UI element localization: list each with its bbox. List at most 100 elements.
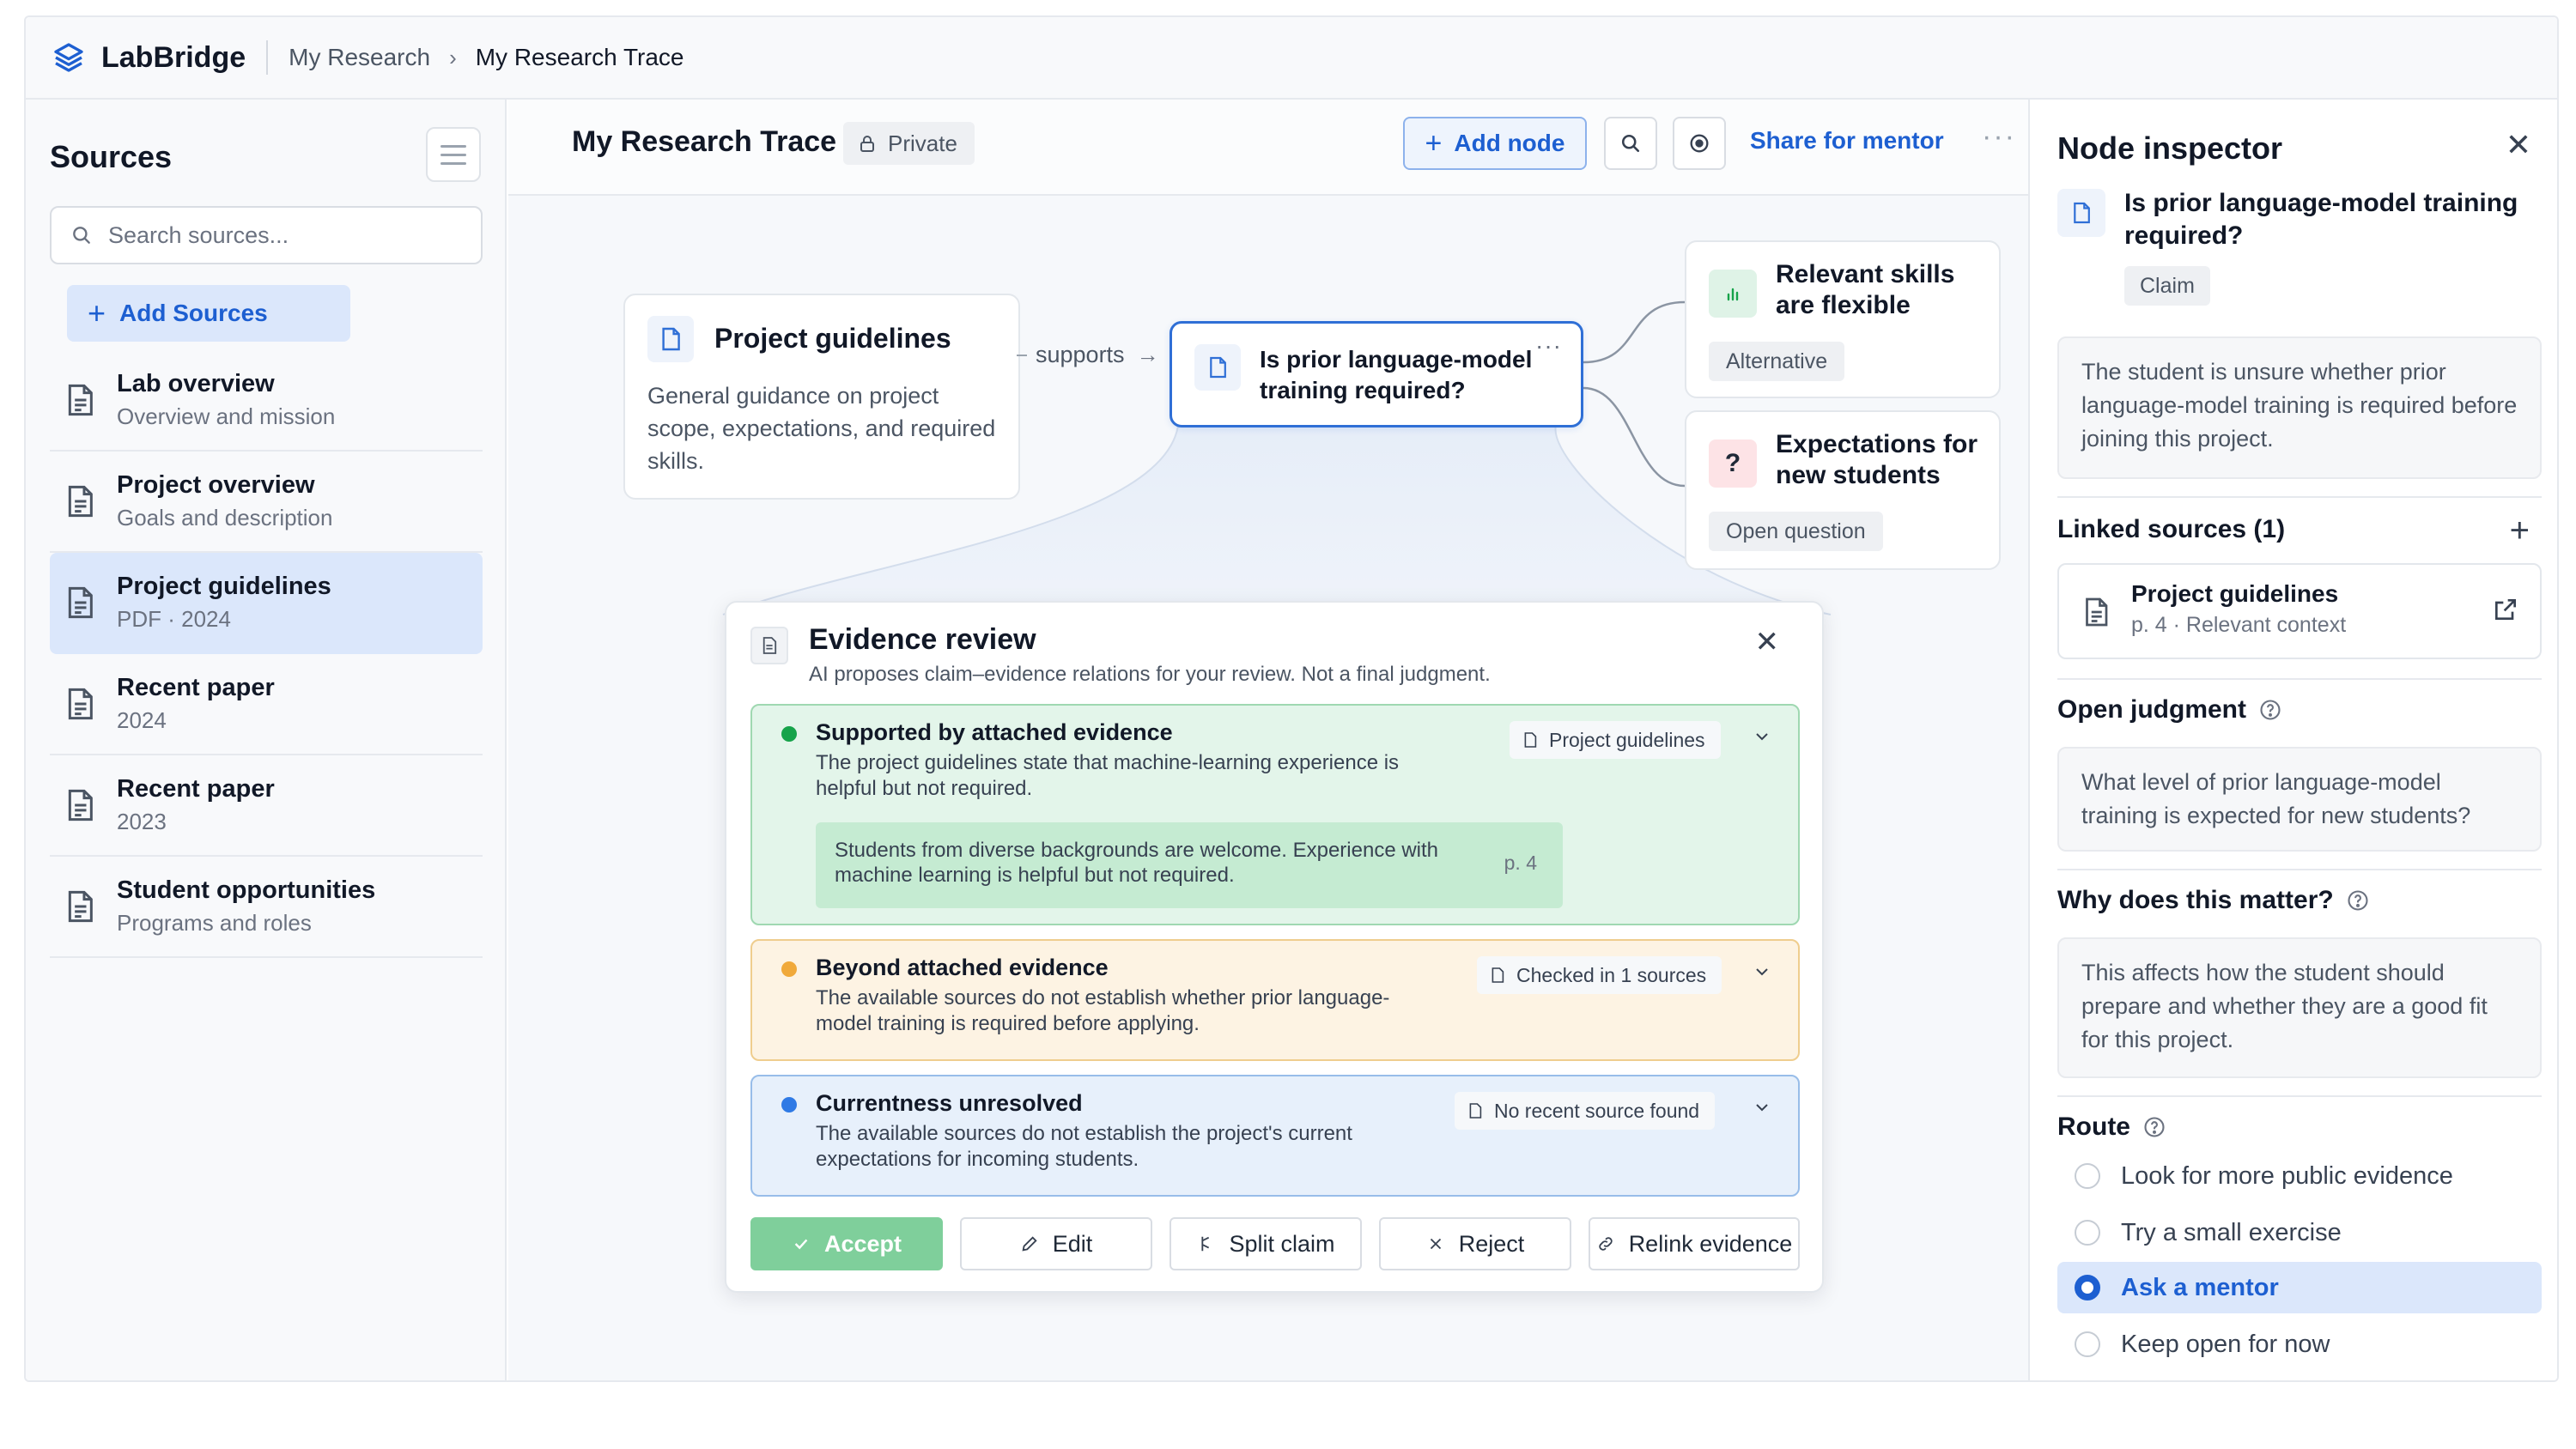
route-option-selected[interactable]: Ask a mentor [2057, 1262, 2542, 1313]
edit-button[interactable]: Edit [960, 1217, 1152, 1270]
breadcrumb-my-research[interactable]: My Research [289, 44, 430, 71]
split-icon [1201, 1236, 1210, 1252]
source-item-selected[interactable]: Project guidelines PDF · 2024 [50, 553, 483, 654]
close-icon[interactable]: ✕ [1755, 625, 1780, 659]
search-canvas-button[interactable] [1604, 117, 1657, 170]
more-options-icon[interactable]: ··· [1982, 120, 2016, 154]
document-icon [68, 586, 93, 619]
source-subtitle: Goals and description [117, 505, 333, 530]
visibility-label: Private [888, 130, 957, 156]
evidence-description: The available sources do not establish t… [816, 1122, 1352, 1171]
accept-button[interactable]: Accept [750, 1217, 943, 1270]
node-expectations[interactable]: ? Expectations for new students Open que… [1685, 410, 2001, 570]
focus-button[interactable] [1673, 117, 1726, 170]
node-relevant-skills[interactable]: Relevant skills are flexible Alternative [1685, 240, 2001, 398]
claim-description: The student is unsure whether prior lang… [2057, 336, 2542, 479]
accept-label: Accept [823, 1230, 902, 1257]
arrow-right-icon: → [1136, 342, 1159, 367]
route-option[interactable]: Try a small exercise [2057, 1207, 2542, 1258]
route-option[interactable]: Look for more public evidence [2057, 1150, 2542, 1202]
document-icon [750, 627, 788, 664]
add-sources-button[interactable]: + Add Sources [67, 285, 350, 342]
node-claim-selected[interactable]: Is prior language-model training require… [1170, 321, 1583, 427]
link-icon [1599, 1237, 1613, 1251]
evidence-title: Currentness unresolved [816, 1090, 1083, 1116]
source-item[interactable]: Recent paper 2024 [50, 654, 483, 755]
edge-expectations [1583, 386, 1686, 488]
add-linked-source-icon[interactable]: + [2510, 513, 2530, 548]
search-input[interactable] [108, 221, 452, 249]
sources-sidebar: Sources + Add Sources Lab overview Overvi… [26, 100, 507, 1380]
app-logo[interactable]: LabBridge [52, 40, 246, 75]
source-item[interactable]: Lab overview Overview and mission [50, 350, 483, 452]
radio-button[interactable] [2075, 1331, 2100, 1357]
chevron-down-icon[interactable] [1752, 726, 1772, 747]
document-icon [647, 316, 694, 362]
menu-line [440, 144, 466, 148]
help-icon[interactable] [2346, 888, 2370, 912]
tag-label: Project guidelines [1549, 728, 1705, 751]
add-sources-label: Add Sources [119, 300, 268, 326]
tag-label: Checked in 1 sources [1516, 963, 1707, 986]
evidence-item-supported[interactable]: Supported by attached evidence The proje… [750, 704, 1800, 925]
add-node-button[interactable]: + Add node [1403, 117, 1587, 170]
relink-evidence-button[interactable]: Relink evidence [1589, 1217, 1800, 1270]
evidence-source-tag[interactable]: Project guidelines [1510, 721, 1721, 759]
close-icon[interactable]: ✕ [2506, 127, 2531, 163]
bar-chart-icon [1709, 270, 1757, 318]
heading-text: Linked sources (1) [2057, 515, 2286, 543]
edge-skills [1583, 300, 1686, 364]
divider [2057, 1095, 2542, 1097]
evidence-review-panel: Evidence review AI proposes claim–eviden… [725, 601, 1824, 1293]
share-for-mentor-link[interactable]: Share for mentor [1750, 127, 1944, 155]
relink-label: Relink evidence [1628, 1230, 1793, 1257]
source-title: Project overview [117, 471, 315, 499]
route-option[interactable]: Keep open for now [2057, 1319, 2542, 1370]
trace-canvas[interactable]: My Research Trace Private + Add node Sha… [508, 100, 2028, 1380]
check-icon [794, 1239, 808, 1250]
evidence-description: The project guidelines state that machin… [816, 751, 1400, 800]
search-box[interactable] [50, 206, 483, 264]
add-node-label: Add node [1454, 130, 1565, 156]
split-claim-button[interactable]: Split claim [1170, 1217, 1362, 1270]
quote-text: Students from diverse backgrounds are we… [835, 839, 1439, 887]
panel-title: Evidence review [809, 623, 1036, 656]
edge-label-supports[interactable]: supports → [1017, 342, 1159, 368]
sidebar-menu-button[interactable] [426, 127, 481, 182]
document-icon [2057, 189, 2105, 237]
reject-button[interactable]: Reject [1379, 1217, 1571, 1270]
layers-logo-icon [54, 43, 83, 72]
node-tag: Alternative [1709, 342, 1845, 381]
node-title: Is prior language-model training require… [1260, 346, 1533, 403]
heading-text: Route [2057, 1113, 2130, 1141]
document-icon [1469, 1103, 1482, 1119]
source-item[interactable]: Recent paper 2023 [50, 755, 483, 857]
search-icon [73, 227, 90, 244]
radio-button[interactable] [2075, 1220, 2100, 1246]
node-project-guidelines[interactable]: Project guidelines General guidance on p… [623, 294, 1020, 500]
node-body: General guidance on project scope, expec… [647, 383, 996, 474]
evidence-source-tag[interactable]: No recent source found [1455, 1092, 1716, 1130]
evidence-item-beyond[interactable]: Beyond attached evidence The available s… [750, 939, 1800, 1061]
lock-icon [860, 136, 874, 152]
canvas-header: My Research Trace Private + Add node Sha… [508, 100, 2028, 196]
help-icon[interactable] [2258, 698, 2282, 722]
linked-source-card[interactable]: Project guidelines p. 4 · Relevant conte… [2057, 563, 2542, 659]
external-link-icon[interactable] [2492, 596, 2519, 623]
evidence-source-tag[interactable]: Checked in 1 sources [1477, 956, 1722, 994]
status-dot [781, 1097, 797, 1113]
visibility-badge[interactable]: Private [843, 122, 975, 165]
sidebar-title: Sources [50, 139, 173, 174]
review-actions: Accept Edit Split claim Reject Relink ev… [750, 1217, 1800, 1270]
evidence-item-currentness[interactable]: Currentness unresolved The available sou… [750, 1075, 1800, 1197]
chevron-down-icon[interactable] [1752, 1097, 1772, 1118]
help-icon[interactable] [2142, 1115, 2166, 1139]
source-item[interactable]: Project overview Goals and description [50, 452, 483, 553]
source-item[interactable]: Student opportunities Programs and roles [50, 857, 483, 958]
chevron-down-icon[interactable] [1752, 961, 1772, 982]
source-subtitle: Programs and roles [117, 910, 312, 936]
radio-button[interactable] [2075, 1163, 2100, 1189]
quote-page: p. 4 [1504, 852, 1537, 874]
radio-button-checked[interactable] [2075, 1275, 2100, 1300]
node-menu-icon[interactable]: ··· [1535, 332, 1562, 360]
